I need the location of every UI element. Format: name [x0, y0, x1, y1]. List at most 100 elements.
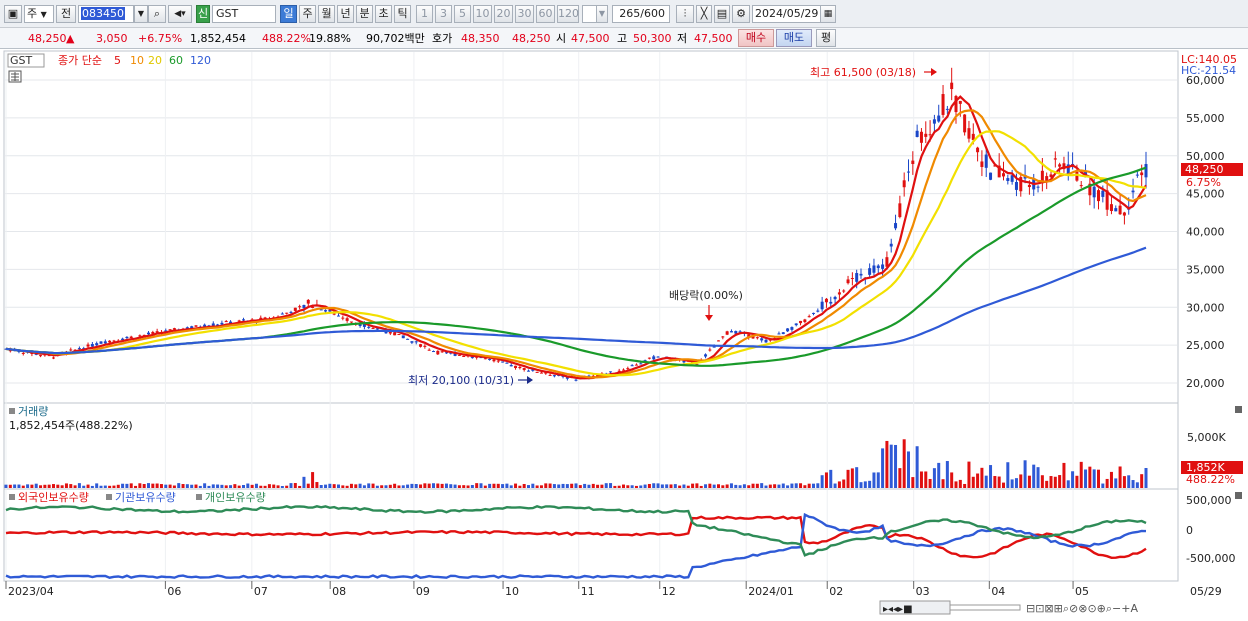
volume-bar [1079, 461, 1083, 488]
interval-120[interactable]: 120 [557, 5, 579, 23]
volume-bar [56, 484, 60, 488]
search-icon[interactable]: ⌕ [148, 5, 166, 23]
candle-body [220, 322, 224, 325]
eval-button[interactable]: 평 [816, 29, 836, 47]
candle-body [980, 161, 984, 167]
volume-panel[interactable] [3, 402, 1179, 490]
code-dropdown-icon[interactable]: ▼ [134, 5, 148, 23]
candle-body [1058, 164, 1062, 167]
volume-bar [501, 484, 505, 488]
volume-bar [578, 485, 582, 488]
holdings-panel[interactable] [3, 488, 1179, 582]
volume-bar [751, 483, 755, 488]
tab-period-second[interactable]: 초 [375, 5, 392, 23]
interval-30[interactable]: 30 [515, 5, 534, 23]
market-select[interactable]: 주 ▼ [24, 5, 54, 23]
low-price: 47,500 [694, 32, 733, 45]
count-field[interactable]: 265/600 [612, 5, 670, 23]
candle-body [790, 327, 794, 330]
settings-icon[interactable]: ⚙ [732, 5, 750, 23]
interval-20[interactable]: 20 [494, 5, 513, 23]
layout-icon[interactable]: ▣ [4, 5, 22, 23]
candle-body [911, 160, 915, 165]
tab-period-minute[interactable]: 분 [356, 5, 373, 23]
volume-bar [302, 476, 306, 488]
volume-bar [889, 444, 893, 488]
volume-bar [626, 485, 630, 488]
low-label: 저 [677, 32, 688, 45]
x-tick-label: 04 [991, 585, 1005, 598]
tab-period-tick[interactable]: 틱 [394, 5, 411, 23]
interval-60[interactable]: 60 [536, 5, 555, 23]
stock-name-field[interactable]: GST [212, 5, 276, 23]
volume-bar [393, 483, 397, 488]
candle-body [898, 203, 902, 218]
volume-bar [211, 484, 215, 488]
interval-1[interactable]: 1 [416, 5, 433, 23]
volume-bar [673, 484, 677, 488]
low-annotation: 최저 20,100 (10/31) [408, 374, 514, 387]
candle-body [1053, 158, 1057, 160]
trade-amount: 90,702백만 [366, 32, 425, 45]
holdings-close-icon[interactable] [1235, 492, 1242, 499]
volume-bar [868, 480, 872, 488]
drawing-tools-icons[interactable]: ⊟⊡⊠⊞⌕⊘⊗⊙⊕⌕−+A [1026, 602, 1138, 615]
x-tick-label: 07 [254, 585, 268, 598]
volume-bar [1010, 479, 1014, 488]
tab-period-week[interactable]: 주 [299, 5, 316, 23]
volume-bar [539, 485, 543, 488]
volume-bar [121, 483, 125, 488]
volume-bar [652, 483, 656, 488]
interval-dropdown-icon[interactable]: ▼ [596, 5, 608, 23]
volume-bar [622, 484, 625, 488]
volume-bar [833, 483, 837, 488]
volume-bar [8, 484, 12, 488]
candle-body [630, 365, 634, 367]
holdings-title-foreign: 외국인보유수량 [18, 491, 89, 504]
volume-close-icon[interactable] [1235, 406, 1242, 413]
crosshair-icon[interactable]: ╳ [696, 5, 712, 23]
prev-button[interactable]: 전 [56, 5, 76, 23]
volume-bar [574, 483, 578, 488]
candle-body [924, 133, 928, 137]
calendar-icon[interactable]: ▦ [820, 5, 836, 23]
volume-bar [613, 485, 617, 488]
volume-bar [155, 483, 159, 488]
price-panel[interactable] [3, 50, 1179, 404]
volume-bar [557, 484, 561, 488]
interval-3[interactable]: 3 [435, 5, 452, 23]
tab-period-day[interactable]: 일 [280, 5, 297, 23]
volume-bar [242, 484, 245, 488]
tab-period-year[interactable]: 년 [337, 5, 354, 23]
interval-10[interactable]: 10 [473, 5, 492, 23]
volume-bar [1058, 475, 1062, 488]
speaker-icon[interactable]: ◀▾ [168, 5, 192, 23]
tab-period-month[interactable]: 월 [318, 5, 335, 23]
volume-bar [147, 483, 150, 488]
interval-5[interactable]: 5 [454, 5, 471, 23]
stock-code-input[interactable]: 083450 [78, 5, 134, 23]
volume-bar [1101, 483, 1105, 488]
volume-bar [924, 471, 928, 488]
volume-bar [786, 485, 790, 488]
scroll-slider[interactable] [949, 604, 1021, 611]
volume-bar [39, 485, 43, 488]
volume-bar [928, 478, 932, 488]
volume-bar [457, 485, 461, 488]
sell-button[interactable]: 매도 [776, 29, 812, 47]
volume-axis-tick: 5,000K [1187, 431, 1226, 444]
candle-body [639, 363, 643, 365]
volume-bar [151, 483, 155, 488]
date-field[interactable]: 2024/05/29 [752, 5, 822, 23]
chart-area[interactable]: GST 종가 단순 5 10 20 60 120 LC:140.05 HC:-2… [0, 49, 1248, 621]
volume-bar [341, 485, 345, 488]
buy-button[interactable]: 매수 [738, 29, 774, 47]
candle-body [652, 356, 656, 360]
volume-bar [1114, 478, 1118, 488]
scroll-left-icon[interactable]: ▸◂◂▸■ [883, 604, 913, 615]
candle-type-icon[interactable]: ⫶ [676, 5, 694, 23]
x-tick-label: 02 [829, 585, 843, 598]
candle-body [919, 131, 923, 143]
save-icon[interactable]: ▤ [714, 5, 730, 23]
holdings-marker-icon [106, 494, 112, 500]
